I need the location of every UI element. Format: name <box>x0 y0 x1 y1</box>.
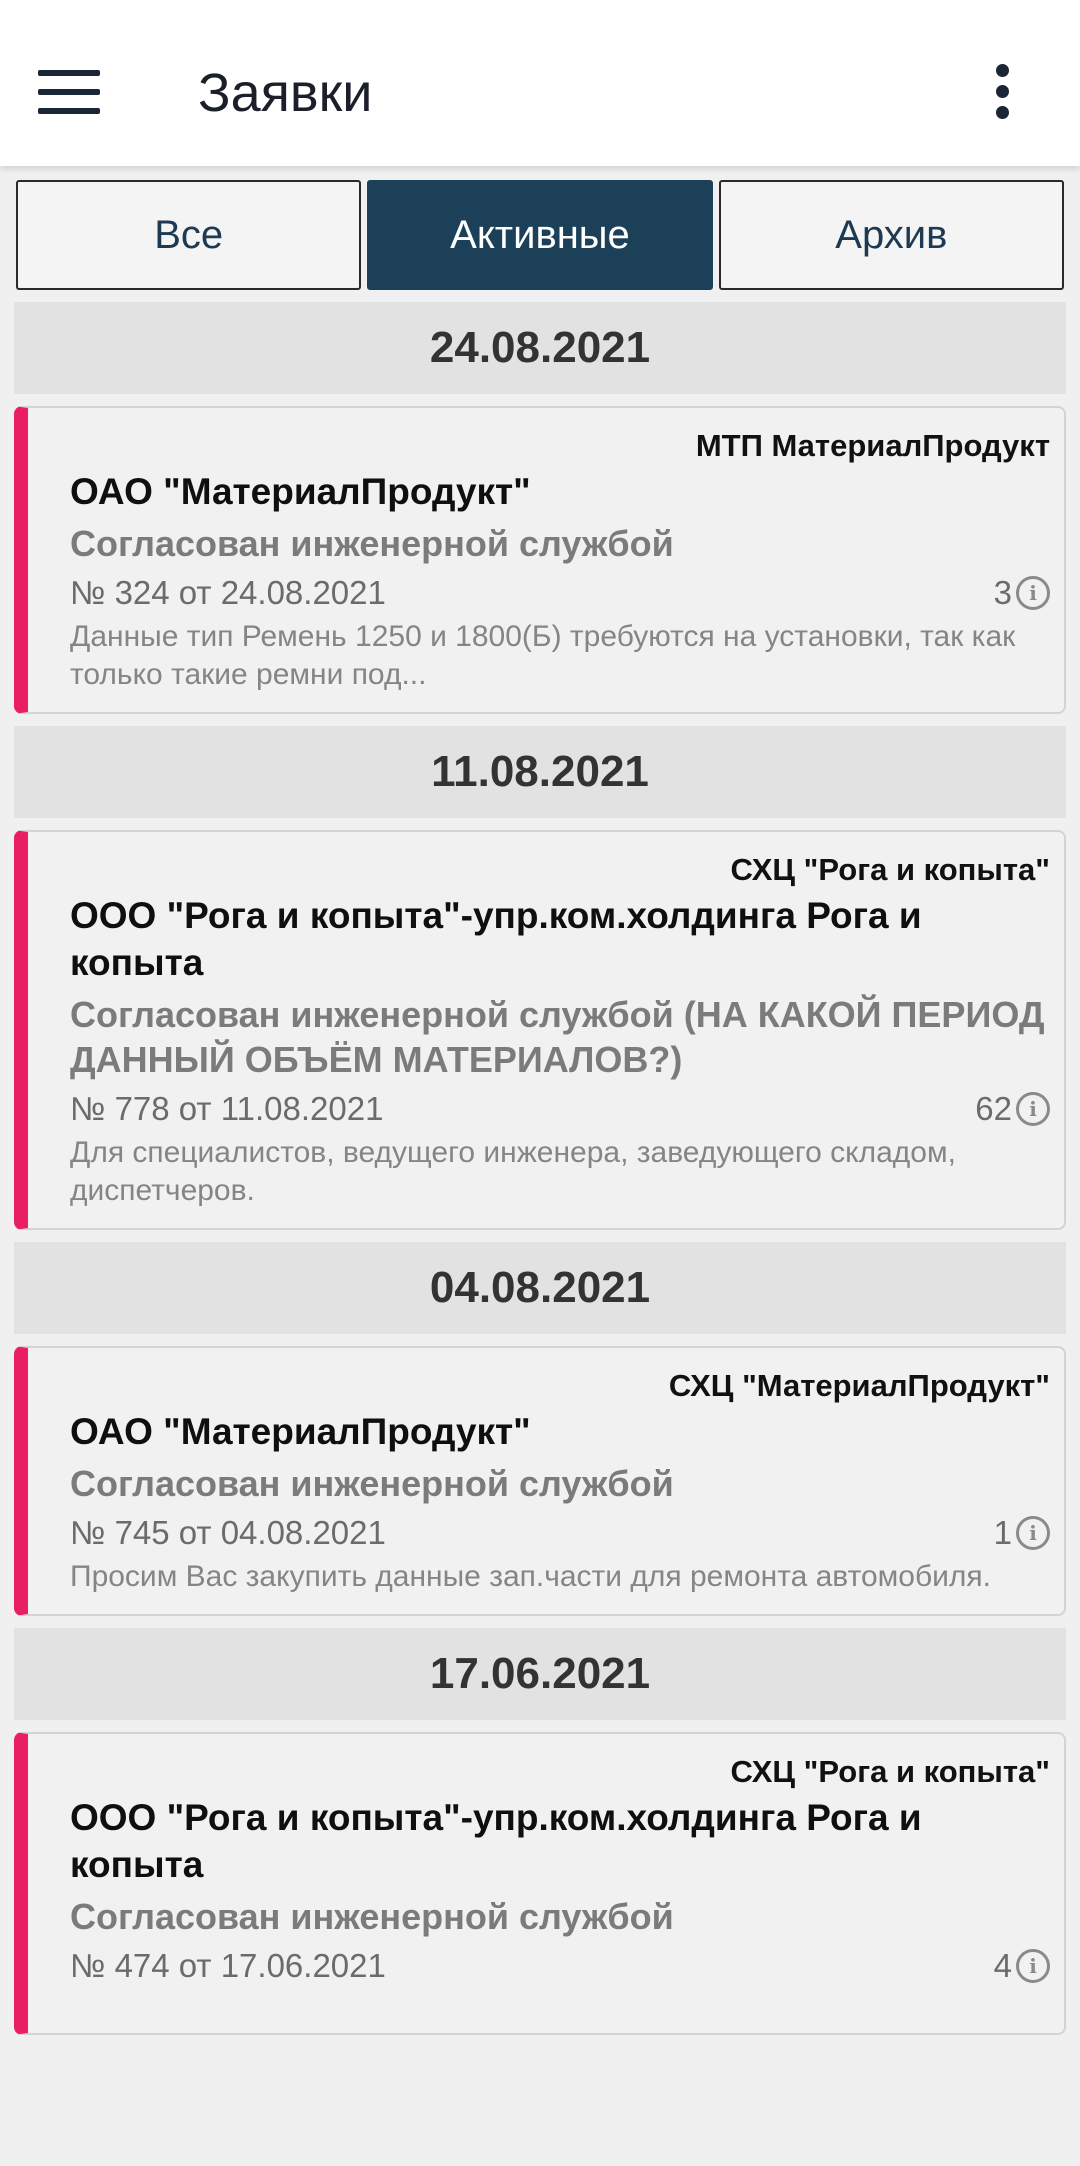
card-status: Согласован инженерной службой <box>70 1463 674 1504</box>
menu-icon[interactable] <box>38 52 118 132</box>
card-number: № 778 от 11.08.2021 <box>70 1090 384 1127</box>
card-count[interactable]: 1 i <box>994 1510 1050 1556</box>
card-number-row: № 474 от 17.06.2021 4 i <box>70 1943 1050 1989</box>
info-icon[interactable]: i <box>1016 576 1050 610</box>
card-title: ООО "Рога и копыта"-упр.ком.холдинга Рог… <box>70 895 922 983</box>
tab-archive[interactable]: Архив <box>718 180 1064 290</box>
card-title: ОАО "МатериалПродукт" <box>70 471 531 512</box>
card-status: Согласован инженерной службой <box>70 523 674 564</box>
card-count[interactable]: 3 i <box>994 570 1050 616</box>
page-title: Заявки <box>198 63 373 123</box>
card-status: Согласован инженерной службой (НА КАКОЙ … <box>70 994 1045 1080</box>
request-card[interactable]: СХЦ "МатериалПродукт" ОАО "МатериалПроду… <box>14 1346 1066 1616</box>
card-description: Данные тип Ремень 1250 и 1800(Б) требуют… <box>70 620 1016 691</box>
request-card[interactable]: МТП МатериалПродукт ОАО "МатериалПродукт… <box>14 406 1066 714</box>
card-organization: СХЦ "МатериалПродукт" <box>668 1368 1050 1403</box>
date-header: 17.06.2021 <box>14 1628 1066 1720</box>
card-count-value: 1 <box>993 1514 1012 1551</box>
requests-list: 24.08.2021 МТП МатериалПродукт ОАО "Мате… <box>0 302 1080 2047</box>
card-count[interactable]: 62 i <box>975 1086 1050 1132</box>
date-header: 24.08.2021 <box>14 302 1066 394</box>
date-header: 04.08.2021 <box>14 1242 1066 1334</box>
card-number: № 474 от 17.06.2021 <box>70 1947 386 1984</box>
app-bar: Заявки <box>0 0 1080 166</box>
card-status: Согласован инженерной службой <box>70 1896 674 1937</box>
card-description: Просим Вас закупить данные зап.части для… <box>70 1560 992 1593</box>
card-organization: МТП МатериалПродукт <box>695 428 1050 463</box>
card-count-value: 62 <box>975 1090 1012 1127</box>
card-count-value: 3 <box>993 574 1012 611</box>
card-number: № 745 от 04.08.2021 <box>70 1514 386 1551</box>
tab-all[interactable]: Все <box>16 180 362 290</box>
info-icon[interactable]: i <box>1016 1949 1050 1983</box>
card-description: Для специалистов, ведущего инженера, зав… <box>70 1136 956 1207</box>
request-card[interactable]: СХЦ "Рога и копыта" ООО "Рога и копыта"-… <box>14 1732 1066 2035</box>
card-count-value: 4 <box>993 1947 1012 1984</box>
date-header: 11.08.2021 <box>14 726 1066 818</box>
card-number-row: № 745 от 04.08.2021 1 i <box>70 1510 1050 1556</box>
info-icon[interactable]: i <box>1016 1092 1050 1126</box>
request-card[interactable]: СХЦ "Рога и копыта" ООО "Рога и копыта"-… <box>14 830 1066 1230</box>
more-options-icon[interactable] <box>980 56 1024 126</box>
card-title: ОАО "МатериалПродукт" <box>70 1411 531 1452</box>
info-icon[interactable]: i <box>1016 1516 1050 1550</box>
date-group: 11.08.2021 СХЦ "Рога и копыта" ООО "Рога… <box>0 726 1080 1230</box>
card-number-row: № 778 от 11.08.2021 62 i <box>70 1086 1050 1132</box>
tab-active[interactable]: Активные <box>367 180 713 290</box>
card-organization: СХЦ "Рога и копыта" <box>730 1754 1050 1789</box>
date-group: 17.06.2021 СХЦ "Рога и копыта" ООО "Рога… <box>0 1628 1080 2035</box>
card-number: № 324 от 24.08.2021 <box>70 574 386 611</box>
card-number-row: № 324 от 24.08.2021 3 i <box>70 570 1050 616</box>
date-group: 04.08.2021 СХЦ "МатериалПродукт" ОАО "Ма… <box>0 1242 1080 1616</box>
card-title: ООО "Рога и копыта"-упр.ком.холдинга Рог… <box>70 1797 922 1885</box>
card-count[interactable]: 4 i <box>994 1943 1050 1989</box>
date-group: 24.08.2021 МТП МатериалПродукт ОАО "Мате… <box>0 302 1080 714</box>
filter-tabs: Все Активные Архив <box>16 180 1064 290</box>
card-organization: СХЦ "Рога и копыта" <box>730 852 1050 887</box>
